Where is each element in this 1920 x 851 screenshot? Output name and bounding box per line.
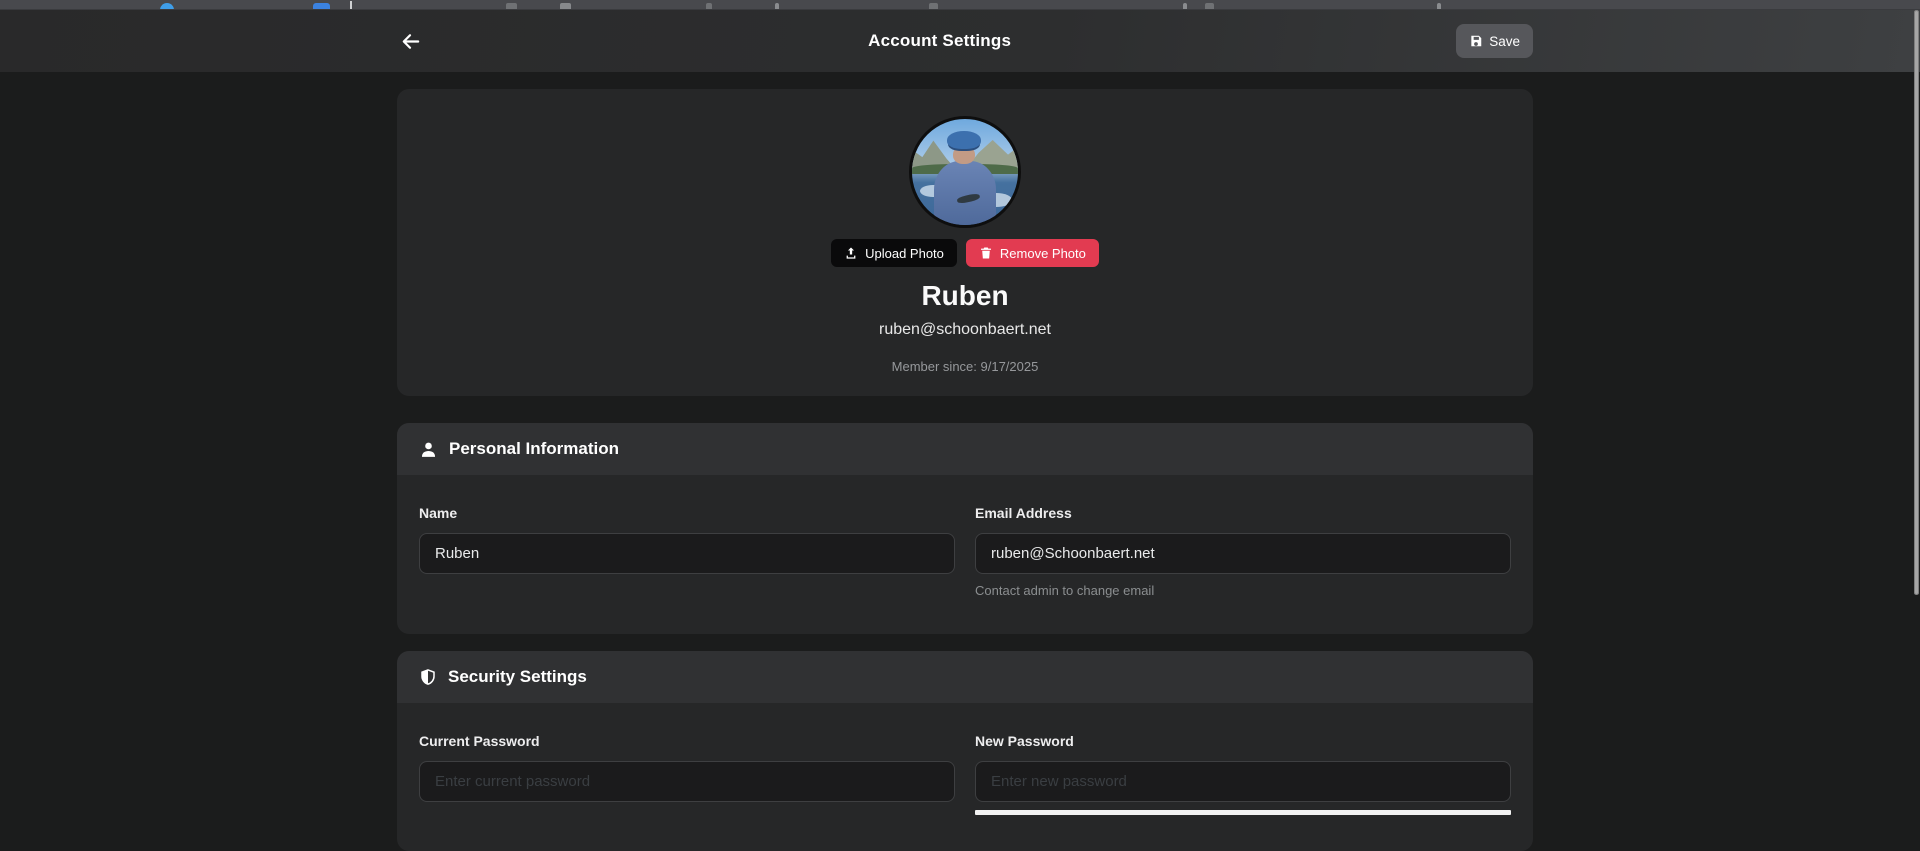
save-button[interactable]: Save (1456, 24, 1533, 58)
remove-photo-label: Remove Photo (1000, 246, 1086, 261)
upload-photo-label: Upload Photo (865, 246, 944, 261)
password-strength-bar (975, 810, 1511, 815)
screen: Account Settings Save (0, 0, 1920, 851)
upload-icon (844, 246, 858, 260)
browser-toolbar-strip (0, 0, 1920, 10)
security-header: Security Settings (397, 651, 1533, 703)
toolbar-separator (350, 1, 352, 10)
remove-photo-button[interactable]: Remove Photo (966, 239, 1099, 267)
back-arrow-icon (399, 30, 422, 53)
main-content: Upload Photo Remove Photo Ruben ruben@sc… (0, 72, 1920, 851)
toolbar-icon-fragment[interactable] (929, 3, 938, 10)
new-password-field: New Password (975, 733, 1511, 815)
personal-info-header: Personal Information (397, 423, 1533, 475)
security-body: Current Password New Password (397, 703, 1533, 851)
current-password-label: Current Password (419, 733, 955, 749)
name-label: Name (419, 505, 955, 521)
email-label: Email Address (975, 505, 1511, 521)
save-button-label: Save (1489, 34, 1520, 49)
name-field: Name (419, 505, 955, 598)
email-helper-text: Contact admin to change email (975, 583, 1511, 598)
toolbar-icon-fragment[interactable] (706, 3, 712, 10)
current-password-field: Current Password (419, 733, 955, 815)
page-title: Account Settings (423, 31, 1456, 51)
toolbar-icon-fragment[interactable] (506, 3, 517, 10)
back-button[interactable] (397, 28, 423, 54)
header-container: Account Settings Save (397, 10, 1533, 72)
photo-buttons: Upload Photo Remove Photo (831, 239, 1099, 267)
toolbar-icon-fragment[interactable] (775, 3, 779, 10)
toolbar-icon-fragment[interactable] (313, 3, 330, 10)
shield-icon (419, 668, 437, 686)
avatar-person-cap (947, 131, 981, 149)
scrollbar[interactable] (1914, 10, 1919, 595)
new-password-label: New Password (975, 733, 1511, 749)
avatar (909, 116, 1021, 228)
toolbar-icon-fragment[interactable] (560, 3, 571, 10)
security-card: Security Settings Current Password New P… (397, 651, 1533, 851)
toolbar-icon-fragment[interactable] (1437, 3, 1441, 10)
email-input[interactable] (975, 533, 1511, 574)
new-password-input[interactable] (975, 761, 1511, 802)
personal-info-card: Personal Information Name Email Address … (397, 423, 1533, 634)
security-title: Security Settings (448, 667, 587, 687)
toolbar-icon-fragment[interactable] (1183, 3, 1187, 10)
save-icon (1469, 34, 1483, 48)
profile-name: Ruben (921, 280, 1008, 312)
personal-info-body: Name Email Address Contact admin to chan… (397, 475, 1533, 634)
profile-email: ruben@schoonbaert.net (879, 321, 1051, 339)
member-since: Member since: 9/17/2025 (892, 359, 1039, 374)
trash-icon (979, 246, 993, 260)
toolbar-icon-fragment[interactable] (1205, 3, 1214, 10)
person-icon (419, 440, 438, 459)
personal-info-title: Personal Information (449, 439, 619, 459)
current-password-input[interactable] (419, 761, 955, 802)
name-input[interactable] (419, 533, 955, 574)
profile-card: Upload Photo Remove Photo Ruben ruben@sc… (397, 89, 1533, 396)
toolbar-icon-fragment[interactable] (160, 3, 174, 10)
upload-photo-button[interactable]: Upload Photo (831, 239, 957, 267)
email-field: Email Address Contact admin to change em… (975, 505, 1511, 598)
app-header: Account Settings Save (0, 10, 1920, 72)
